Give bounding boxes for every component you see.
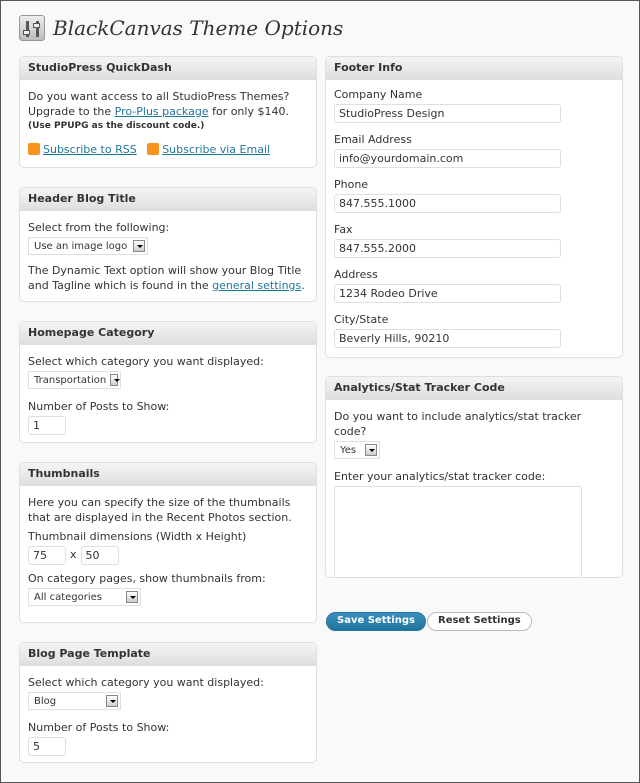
panel-heading: StudioPress QuickDash (20, 57, 316, 80)
homepage-posts-input[interactable]: 1 (28, 416, 66, 435)
select-value: Transportation (34, 374, 107, 386)
field-label: Enter your analytics/stat tracker code: (334, 470, 546, 483)
panel-heading: Thumbnails (20, 463, 316, 486)
panel-heading: Header Blog Title (20, 188, 316, 211)
subscribe-email-link[interactable]: Subscribe via Email (162, 143, 270, 156)
field-label: Address (334, 268, 378, 281)
blog-page-template-panel: Blog Page Template Select which category… (19, 642, 317, 763)
field-label: Fax (334, 223, 353, 236)
field-label: Select which category you want displayed… (28, 676, 264, 689)
field-label: Number of Posts to Show: (28, 400, 170, 413)
chevron-down-icon (365, 444, 377, 456)
panel-heading: Blog Page Template (20, 643, 316, 666)
footer-field-input[interactable]: 847.555.2000 (334, 239, 561, 258)
chevron-down-icon (133, 240, 145, 252)
description: . (301, 279, 305, 292)
footer-field-input[interactable]: Beverly Hills, 90210 (334, 329, 561, 348)
chevron-down-icon (106, 695, 118, 707)
field-label: On category pages, show thumbnails from: (28, 572, 266, 585)
blog-category-select[interactable]: Blog (28, 692, 121, 710)
field-label: Select which category you want displayed… (28, 355, 264, 368)
footer-field-input[interactable]: 1234 Rodeo Drive (334, 284, 561, 303)
general-settings-link[interactable]: general settings (212, 279, 301, 292)
analytics-code-textarea[interactable] (334, 486, 582, 577)
rss-icon (28, 143, 40, 155)
panel-heading: Footer Info (326, 57, 622, 80)
pro-plus-link[interactable]: Pro-Plus package (115, 105, 209, 118)
page-header: BlackCanvas Theme Options (19, 15, 343, 41)
promo-text: Upgrade to the (28, 105, 115, 118)
select-value: Use an image logo (34, 240, 128, 252)
quickdash-panel: StudioPress QuickDash Do you want access… (19, 56, 317, 168)
panel-heading: Analytics/Stat Tracker Code (326, 377, 622, 400)
field-label: Select from the following: (28, 221, 170, 234)
save-settings-button[interactable]: Save Settings (326, 612, 426, 631)
field-label: Email Address (334, 133, 412, 146)
thumbnails-panel: Thumbnails Here you can specify the size… (19, 462, 317, 623)
rss-icon (147, 143, 160, 155)
discount-note: (Use PPUPG as the discount code.) (28, 121, 205, 131)
footer-field-input[interactable]: info@yourdomain.com (334, 149, 561, 168)
theme-options-icon (19, 15, 45, 41)
select-value: Blog (34, 695, 57, 707)
chevron-down-icon (110, 374, 120, 386)
promo-text: Do you want access to all StudioPress Th… (28, 90, 290, 103)
analytics-panel: Analytics/Stat Tracker Code Do you want … (325, 376, 623, 578)
page-title: BlackCanvas Theme Options (53, 16, 344, 40)
homepage-category-panel: Homepage Category Select which category … (19, 321, 317, 443)
field-label: Company Name (334, 88, 423, 101)
select-value: Yes (340, 444, 357, 456)
thumbnail-height-input[interactable]: 50 (80, 546, 119, 565)
footer-info-panel: Footer Info Company Name StudioPress Desi… (325, 56, 623, 358)
times-label: x (70, 548, 77, 561)
subscribe-rss-link[interactable]: Subscribe to RSS (43, 143, 137, 156)
description: Here you can specify the size of the thu… (28, 496, 292, 524)
promo-text: for only $140. (208, 105, 289, 118)
field-label: Phone (334, 178, 369, 191)
header-blog-title-panel: Header Blog Title Select from the follow… (19, 187, 317, 302)
thumbnail-width-input[interactable]: 75 (28, 546, 66, 565)
field-label: Thumbnail dimensions (Width x Height) (28, 530, 247, 543)
select-value: All categories (34, 591, 102, 603)
blog-posts-input[interactable]: 5 (28, 737, 66, 756)
field-label: Number of Posts to Show: (28, 721, 170, 734)
panel-heading: Homepage Category (20, 322, 316, 345)
header-type-select[interactable]: Use an image logo (28, 237, 148, 255)
thumbnail-category-select[interactable]: All categories (28, 588, 141, 606)
reset-settings-button[interactable]: Reset Settings (427, 612, 532, 631)
analytics-enable-select[interactable]: Yes (334, 441, 380, 459)
chevron-down-icon (126, 591, 138, 603)
homepage-category-select[interactable]: Transportation (28, 371, 121, 389)
field-label: Do you want to include analytics/stat tr… (334, 410, 582, 438)
footer-field-input[interactable]: StudioPress Design (334, 104, 561, 123)
footer-field-input[interactable]: 847.555.1000 (334, 194, 561, 213)
field-label: City/State (334, 313, 389, 326)
